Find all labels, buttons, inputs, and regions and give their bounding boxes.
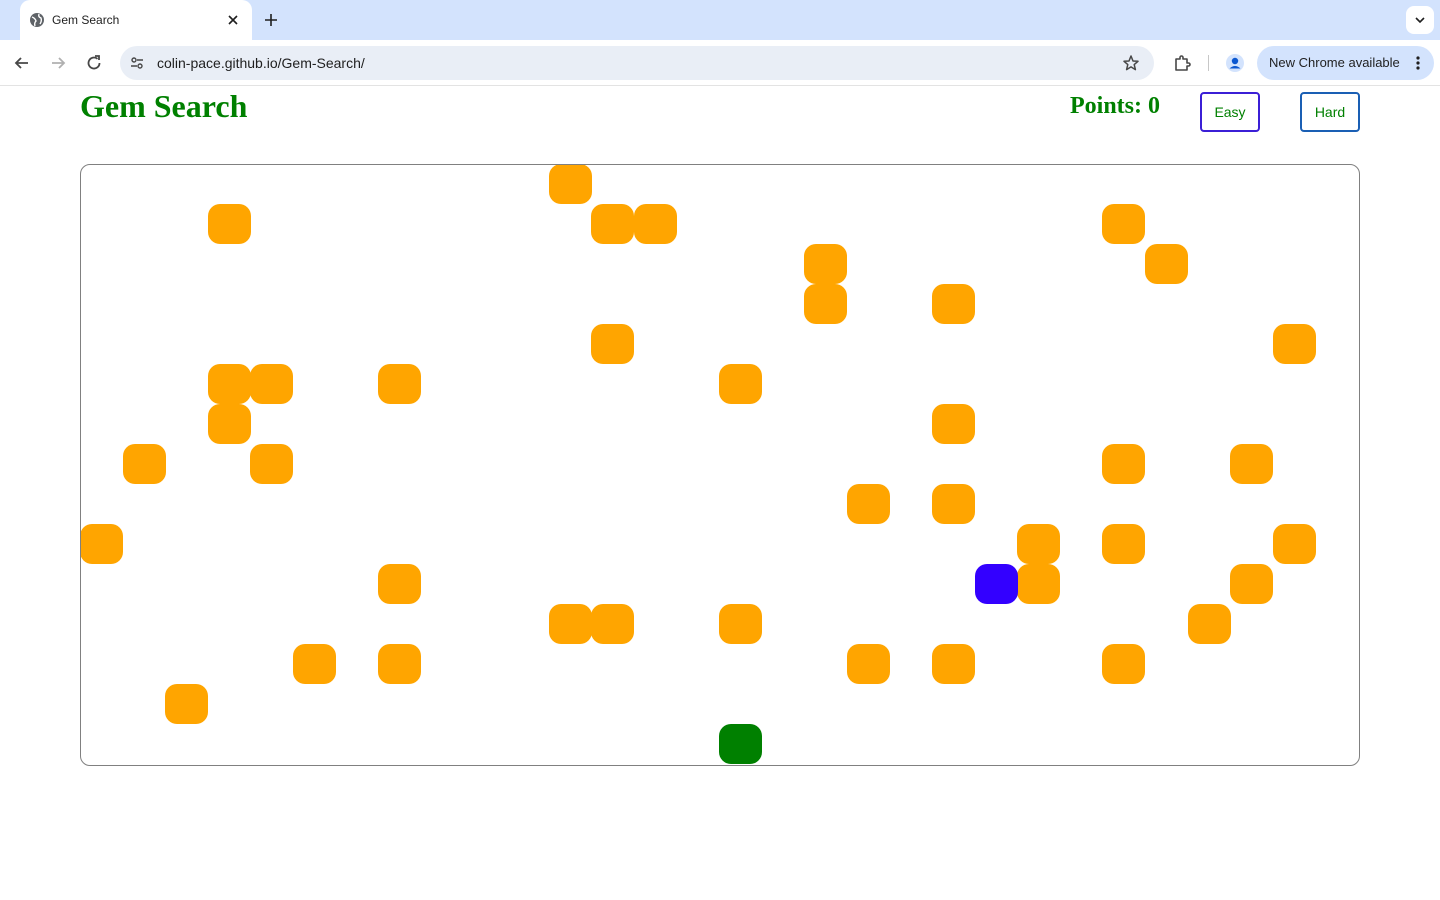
wall-block [1273, 524, 1316, 564]
wall-block [932, 484, 975, 524]
wall-block [123, 444, 166, 484]
wall-block [1017, 524, 1060, 564]
wall-block [1230, 564, 1273, 604]
wall-block [932, 404, 975, 444]
easy-button[interactable]: Easy [1200, 92, 1260, 132]
wall-block [549, 604, 592, 644]
wall-block [932, 644, 975, 684]
plus-icon[interactable] [262, 11, 280, 29]
wall-block [719, 364, 762, 404]
points-display: Points: 0 [1070, 93, 1160, 119]
wall-block [378, 364, 421, 404]
browser-toolbar: colin-pace.github.io/Gem-Search/ New Chr… [0, 40, 1440, 86]
more-vert-icon[interactable] [1413, 55, 1423, 71]
wall-block [250, 444, 293, 484]
wall-block [1102, 204, 1145, 244]
wall-block [591, 324, 634, 364]
wall-block [165, 684, 208, 724]
wall-block [591, 204, 634, 244]
tab-strip: Gem Search [0, 0, 1440, 40]
wall-block [1102, 524, 1145, 564]
wall-block [591, 604, 634, 644]
page-content: Gem Search Points: 0 Easy Hard [0, 87, 1440, 900]
wall-block [549, 165, 592, 204]
chrome-update-label: New Chrome available [1269, 55, 1400, 70]
player-block [975, 564, 1018, 604]
hard-button[interactable]: Hard [1300, 92, 1360, 132]
wall-block [1273, 324, 1316, 364]
star-icon[interactable] [1122, 54, 1140, 72]
gem-block [719, 724, 762, 764]
wall-block [1145, 244, 1188, 284]
forward-arrow-icon[interactable] [48, 53, 68, 73]
game-board[interactable] [80, 164, 1360, 766]
wall-block [719, 604, 762, 644]
wall-block [804, 244, 847, 284]
wall-block [378, 564, 421, 604]
wall-block [1102, 444, 1145, 484]
wall-block [1188, 604, 1231, 644]
globe-icon [30, 13, 44, 27]
wall-block [1102, 644, 1145, 684]
wall-block [378, 644, 421, 684]
wall-block [1230, 444, 1273, 484]
wall-block [847, 484, 890, 524]
wall-block [847, 644, 890, 684]
url-text: colin-pace.github.io/Gem-Search/ [157, 55, 365, 71]
wall-block [932, 284, 975, 324]
address-bar[interactable]: colin-pace.github.io/Gem-Search/ [120, 46, 1154, 80]
wall-block [208, 204, 251, 244]
chevron-down-icon [1415, 17, 1425, 24]
back-arrow-icon[interactable] [12, 53, 32, 73]
page-title: Gem Search [80, 88, 248, 124]
tab-search-button[interactable] [1406, 6, 1434, 34]
wall-block [634, 204, 677, 244]
wall-block [81, 524, 123, 564]
browser-tab[interactable]: Gem Search [20, 0, 252, 40]
wall-block [208, 404, 251, 444]
chrome-update-button[interactable]: New Chrome available [1257, 46, 1434, 80]
wall-block [250, 364, 293, 404]
profile-icon[interactable] [1225, 53, 1245, 73]
wall-block [208, 364, 251, 404]
wall-block [293, 644, 336, 684]
wall-block [1017, 564, 1060, 604]
extensions-icon[interactable] [1172, 53, 1192, 73]
reload-icon[interactable] [84, 53, 104, 73]
site-info-icon[interactable] [129, 55, 145, 71]
toolbar-divider [1208, 55, 1209, 71]
tab-title: Gem Search [52, 13, 120, 27]
close-icon[interactable] [225, 12, 241, 28]
wall-block [804, 284, 847, 324]
